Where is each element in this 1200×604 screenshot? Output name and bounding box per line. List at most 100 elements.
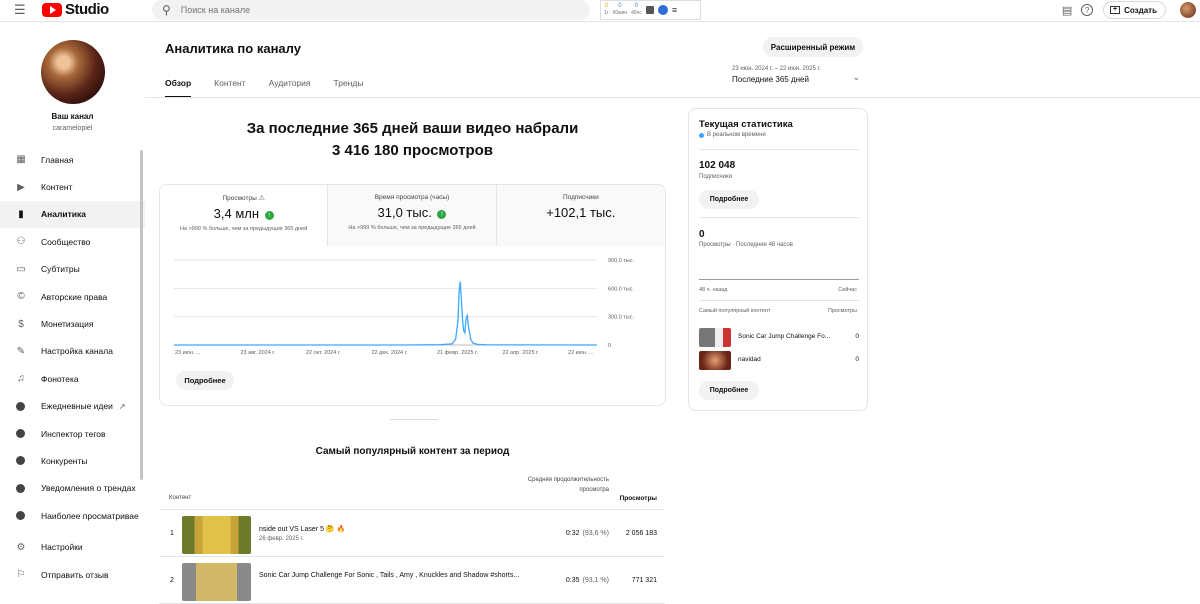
see-more-button[interactable]: Подробнее <box>699 190 759 209</box>
metric-subscribers[interactable]: Подписчики +102,1 тыс. <box>496 185 665 246</box>
sidebar-item-label: Настройка канала <box>41 346 113 357</box>
create-button[interactable]: + Создать <box>1103 1 1166 19</box>
sidebar-item-label: Ежедневные идеи <box>41 401 113 412</box>
ext-icon <box>16 483 25 493</box>
ext-menu-icon[interactable]: ≡ <box>672 5 677 15</box>
video-title[interactable]: nside out VS Laser 5 🤔 🔥 <box>259 525 345 533</box>
create-label: Создать <box>1124 5 1157 15</box>
main-content: Аналитика по каналу Расширенный режим Об… <box>145 22 1200 604</box>
divider <box>699 217 859 218</box>
metric-sub: На >999 % больше, чем за предыдущие 365 … <box>348 225 476 231</box>
studio-logo[interactable]: Studio <box>42 1 109 18</box>
headline-line-1: За последние 365 дней ваши видео набрали <box>246 120 579 137</box>
metric-label: Время просмотра (часы) <box>374 194 450 201</box>
sidebar-item-feedback[interactable]: ⚐ Отправить отзыв <box>0 561 145 588</box>
sidebar-item-label: Фонотека <box>41 373 79 384</box>
customization-icon: ✎ <box>16 345 26 357</box>
x-tick-label: 22 июн. ... <box>568 350 594 356</box>
metric-tabs: Просмотры ⚠ 3,4 млн ↑ На >999 % больше, … <box>160 185 665 246</box>
sidebar-item-subtitles[interactable]: ▭ Субтитры <box>0 256 145 283</box>
avg-duration: 0:35 (93,1 %) <box>565 577 609 584</box>
sidebar-item-tag-inspector[interactable]: Инспектор тегов <box>0 420 145 447</box>
table-row[interactable]: 2 Sonic Car Jump Challenge For Sonic , T… <box>159 558 665 604</box>
tab-overview[interactable]: Обзор <box>165 78 192 98</box>
x-tick-label: 22 окт. 2024 г. <box>306 350 341 356</box>
ext-counter-3: 0 48чс <box>631 3 642 16</box>
search-icon[interactable]: ⚲ <box>162 3 171 17</box>
sidebar-item-daily-ideas[interactable]: Ежедневные идеи ↗ <box>0 393 145 420</box>
video-thumbnail[interactable] <box>699 351 731 370</box>
sidebar-item-copyright[interactable]: © Авторские права <box>0 283 145 310</box>
realtime-title: Текущая статистика <box>699 119 793 130</box>
video-title[interactable]: Sonic Car Jump Challenge Fo... <box>738 333 843 340</box>
settings-icon: ⚙ <box>16 541 26 553</box>
y-tick-label: 0 <box>608 343 611 349</box>
community-icon: ⚇ <box>16 236 26 248</box>
advanced-mode-button[interactable]: Расширенный режим <box>763 37 863 57</box>
extension-widget[interactable]: 0 1г 0 60мин 0 48чс ≡ <box>600 0 701 20</box>
sidebar-item-dashboard[interactable]: ▦ Главная <box>0 146 145 173</box>
ext-icon <box>16 429 25 439</box>
ext-logo-icon[interactable] <box>657 5 668 15</box>
video-title[interactable]: navidad <box>738 356 843 363</box>
sidebar-item-audio-library[interactable]: ♫ Фонотека <box>0 365 145 392</box>
period-selector[interactable]: 23 июн. 2024 г. – 22 июн. 2025 г. Послед… <box>732 66 860 84</box>
realtime-views-count: 0 <box>699 229 705 240</box>
feedback-icon: ⚐ <box>16 569 26 581</box>
account-avatar[interactable] <box>1180 2 1196 18</box>
tab-trends[interactable]: Тренды <box>334 78 364 98</box>
metric-views[interactable]: Просмотры ⚠ 3,4 млн ↑ На >999 % больше, … <box>160 185 329 246</box>
see-more-button[interactable]: Подробнее <box>699 381 759 400</box>
col-avg-view-duration[interactable]: Средняя продолжительность просмотра <box>509 476 609 495</box>
see-more-button[interactable]: Подробнее <box>176 371 234 390</box>
top-bar: ☰ Studio ⚲ 01г 060мин 048чс ≡ ▤ ? + Созд… <box>0 0 1200 22</box>
headline-line-2: 3 416 180 просмотров <box>331 142 493 159</box>
sidebar-item-label: Инспектор тегов <box>41 428 106 439</box>
help-icon[interactable]: ? <box>1081 4 1094 16</box>
x-tick-label: 22 апр. 2025 г. <box>503 350 540 356</box>
messages-icon[interactable]: ▤ <box>1060 3 1074 17</box>
video-thumbnail[interactable] <box>182 563 251 601</box>
sidebar-item-label: Главная <box>41 154 74 165</box>
video-thumbnail[interactable] <box>699 328 731 347</box>
y-tick-label: 600,0 тыс. <box>608 286 635 292</box>
tab-content[interactable]: Контент <box>214 78 246 98</box>
ext-image-icon[interactable] <box>645 6 654 14</box>
sidebar-scrollbar[interactable] <box>140 150 143 480</box>
views-count: 0 <box>855 356 859 363</box>
table-row[interactable]: 1 nside out VS Laser 5 🤔 🔥 26 февр. 2025… <box>159 511 665 557</box>
sidebar-item-monetization[interactable]: $ Монетизация <box>0 310 145 337</box>
sidebar-item-label: Авторские права <box>41 291 108 302</box>
video-thumbnail[interactable] <box>182 516 251 554</box>
views-label: Просмотры <box>827 308 857 314</box>
x-tick-label: 22 дек. 2024 г. <box>372 350 408 356</box>
col-views[interactable]: Просмотры <box>614 495 657 502</box>
metric-label: Просмотры <box>222 195 257 202</box>
logo-text: Studio <box>65 1 109 18</box>
monetization-icon: $ <box>18 318 24 330</box>
list-item[interactable]: Sonic Car Jump Challenge Fo... 0 <box>699 328 859 348</box>
video-title[interactable]: Sonic Car Jump Challenge For Sonic , Tai… <box>259 572 519 579</box>
list-item[interactable]: navidad 0 <box>699 351 859 371</box>
metric-watch-time[interactable]: Время просмотра (часы) 31,0 тыс. ↑ На >9… <box>328 185 497 246</box>
menu-icon[interactable]: ☰ <box>14 2 26 18</box>
tab-audience[interactable]: Аудитория <box>269 78 311 98</box>
summary-headline: За последние 365 дней ваши видео набрали… <box>160 118 665 162</box>
sidebar-item-customization[interactable]: ✎ Настройка канала <box>0 338 145 365</box>
search-bar[interactable]: ⚲ <box>152 0 590 20</box>
sidebar-item-settings[interactable]: ⚙ Настройки <box>0 533 145 560</box>
sidebar-item-most-viewed[interactable]: Наиболее просматриваемые <box>0 502 145 529</box>
channel-avatar[interactable] <box>41 40 105 104</box>
views-line-chart[interactable]: 0 300,0 тыс. 600,0 тыс. 900,0 тыс. 23 июн. .… <box>160 246 666 366</box>
views-series-line <box>174 281 598 346</box>
sidebar-item-community[interactable]: ⚇ Сообщество <box>0 228 145 255</box>
sidebar-item-analytics[interactable]: ▮ Аналитика <box>0 200 145 229</box>
sidebar-item-content[interactable]: ▶ Контент <box>0 173 145 200</box>
top-content-title: Самый популярный контент за период <box>315 446 510 457</box>
sidebar-item-competitors[interactable]: Конкуренты <box>0 447 145 474</box>
x-tick-label: 23 июн. ... <box>175 350 201 356</box>
metric-value: 31,0 тыс. <box>377 205 432 220</box>
divider <box>699 149 859 150</box>
search-input[interactable] <box>180 5 561 15</box>
sidebar-item-trend-alerts[interactable]: Уведомления о трендах <box>0 475 145 502</box>
